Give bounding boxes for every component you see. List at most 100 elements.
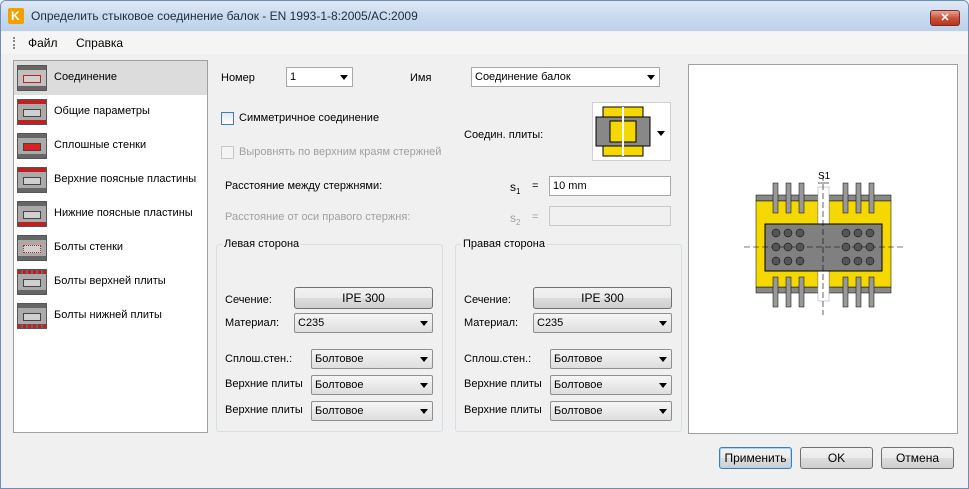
web-bolts-icon xyxy=(17,235,47,261)
right-top-select[interactable]: Болтовое xyxy=(550,375,672,395)
name-value: Соединение балок xyxy=(475,71,571,83)
chevron-down-icon xyxy=(659,357,667,362)
left-bottom-value: Болтовое xyxy=(315,405,364,417)
close-button[interactable]: ✕ xyxy=(930,10,960,26)
chevron-down-icon xyxy=(420,321,428,326)
left-top-label: Верхние плиты xyxy=(225,378,303,390)
sidebar-item-label: Болты нижней плиты xyxy=(54,309,162,321)
offset-label: Расстояние от оси правого стержня: xyxy=(225,211,411,223)
sidebar-item-label: Болты стенки xyxy=(54,241,124,253)
window-title: Определить стыковое соединение балок - E… xyxy=(31,9,418,23)
right-material-value: C235 xyxy=(537,317,564,329)
connection-drawing: S1 xyxy=(744,171,903,315)
s1-value: 10 mm xyxy=(553,180,587,192)
sidebar-item-label: Верхние поясные пластины xyxy=(54,173,197,185)
sidebar: Соединение Общие параметры Сплошные стен… xyxy=(13,60,208,433)
left-web-label: Сплош.стен.: xyxy=(225,353,293,365)
number-value: 1 xyxy=(290,71,297,83)
s1-input[interactable]: 10 mm xyxy=(549,176,671,196)
s2-symbol: s2 xyxy=(510,211,521,227)
name-select[interactable]: Соединение балок xyxy=(471,67,660,87)
sidebar-item-web-bolts[interactable]: Болты стенки xyxy=(14,231,207,265)
web-plates-icon xyxy=(17,133,47,159)
menu-grip-icon xyxy=(13,37,15,49)
right-top-value: Болтовое xyxy=(554,379,603,391)
left-bottom-label: Верхние плиты xyxy=(225,404,303,416)
connection-icon xyxy=(17,65,47,91)
left-material-value: C235 xyxy=(298,317,325,329)
sidebar-item-label: Нижние поясные пластины xyxy=(54,207,193,219)
sidebar-item-bottom-flange[interactable]: Нижние поясные пластины xyxy=(14,197,207,231)
left-top-value: Болтовое xyxy=(315,379,364,391)
name-label: Имя xyxy=(410,72,432,84)
chevron-down-icon xyxy=(659,321,667,326)
chevron-down-icon xyxy=(420,409,428,414)
menu-help[interactable]: Справка xyxy=(76,36,123,50)
chevron-down-icon xyxy=(420,357,428,362)
chevron-down-icon xyxy=(647,75,655,80)
sidebar-item-top-flange[interactable]: Верхние поясные пластины xyxy=(14,163,207,197)
right-bottom-select[interactable]: Болтовое xyxy=(550,401,672,421)
ok-button[interactable]: OK xyxy=(800,447,873,469)
distance-label: Расстояние между стержнями: xyxy=(225,180,383,192)
chevron-down-icon xyxy=(659,383,667,388)
right-material-select[interactable]: C235 xyxy=(533,313,672,333)
right-top-label: Верхние плиты xyxy=(464,378,542,390)
left-side-title: Левая сторона xyxy=(222,238,302,250)
top-flange-plates-icon xyxy=(17,167,47,193)
sidebar-item-label: Сплошные стенки xyxy=(54,139,147,151)
left-web-select[interactable]: Болтовое xyxy=(311,349,433,369)
right-material-label: Материал: xyxy=(464,317,519,329)
right-section-button[interactable]: IPE 300 xyxy=(533,287,672,309)
chevron-down-icon xyxy=(340,75,348,80)
left-bottom-select[interactable]: Болтовое xyxy=(311,401,433,421)
left-web-value: Болтовое xyxy=(315,353,364,365)
align-top-checkbox[interactable] xyxy=(221,146,234,159)
align-top-label: Выровнять по верхним краям стержней xyxy=(239,146,442,158)
chevron-down-icon xyxy=(659,409,667,414)
menu-bar: Файл Справка xyxy=(1,32,968,54)
sidebar-item-label: Общие параметры xyxy=(54,105,150,117)
left-top-select[interactable]: Болтовое xyxy=(311,375,433,395)
plates-label: Соедин. плиты: xyxy=(464,129,544,141)
right-bottom-value: Болтовое xyxy=(554,405,603,417)
bottom-flange-plates-icon xyxy=(17,201,47,227)
plates-picker[interactable] xyxy=(592,102,671,161)
right-section-label: Сечение: xyxy=(464,294,511,306)
right-web-label: Сплош.стен.: xyxy=(464,353,532,365)
top-plate-bolts-icon xyxy=(17,269,47,295)
sidebar-item-label: Соединение xyxy=(54,71,118,83)
sidebar-item-connection[interactable]: Соединение xyxy=(14,61,207,95)
sidebar-item-label: Болты верхней плиты xyxy=(54,275,166,287)
right-web-select[interactable]: Болтовое xyxy=(550,349,672,369)
s1-symbol: s1 xyxy=(510,180,521,196)
symmetric-label: Симметричное соединение xyxy=(239,112,380,124)
right-web-value: Болтовое xyxy=(554,353,603,365)
apply-button[interactable]: Применить xyxy=(719,447,792,469)
sidebar-item-top-bolts[interactable]: Болты верхней плиты xyxy=(14,265,207,299)
cancel-button[interactable]: Отмена xyxy=(881,447,954,469)
sidebar-item-bottom-bolts[interactable]: Болты нижней плиты xyxy=(14,299,207,333)
right-side-title: Правая сторона xyxy=(461,238,547,250)
s2-input[interactable] xyxy=(549,206,671,226)
sidebar-item-web[interactable]: Сплошные стенки xyxy=(14,129,207,163)
connection-preview: S1 xyxy=(688,64,958,434)
dimension-s1-label: S1 xyxy=(818,171,831,182)
right-bottom-label: Верхние плиты xyxy=(464,404,542,416)
sidebar-item-general[interactable]: Общие параметры xyxy=(14,95,207,129)
menu-file[interactable]: Файл xyxy=(28,36,58,50)
dialog-window: K Определить стыковое соединение балок -… xyxy=(0,0,969,489)
chevron-down-icon xyxy=(420,383,428,388)
number-label: Номер xyxy=(221,72,255,84)
number-select[interactable]: 1 xyxy=(286,67,353,87)
left-material-label: Материал: xyxy=(225,317,280,329)
app-logo-icon: K xyxy=(8,8,24,24)
plate-type-icon xyxy=(595,106,665,157)
left-section-label: Сечение: xyxy=(225,294,272,306)
symmetric-checkbox[interactable] xyxy=(221,112,234,125)
s2-equals: = xyxy=(532,211,539,223)
left-material-select[interactable]: C235 xyxy=(294,313,433,333)
s1-equals: = xyxy=(532,180,539,192)
left-section-button[interactable]: IPE 300 xyxy=(294,287,433,309)
title-bar[interactable]: K Определить стыковое соединение балок -… xyxy=(1,1,968,31)
